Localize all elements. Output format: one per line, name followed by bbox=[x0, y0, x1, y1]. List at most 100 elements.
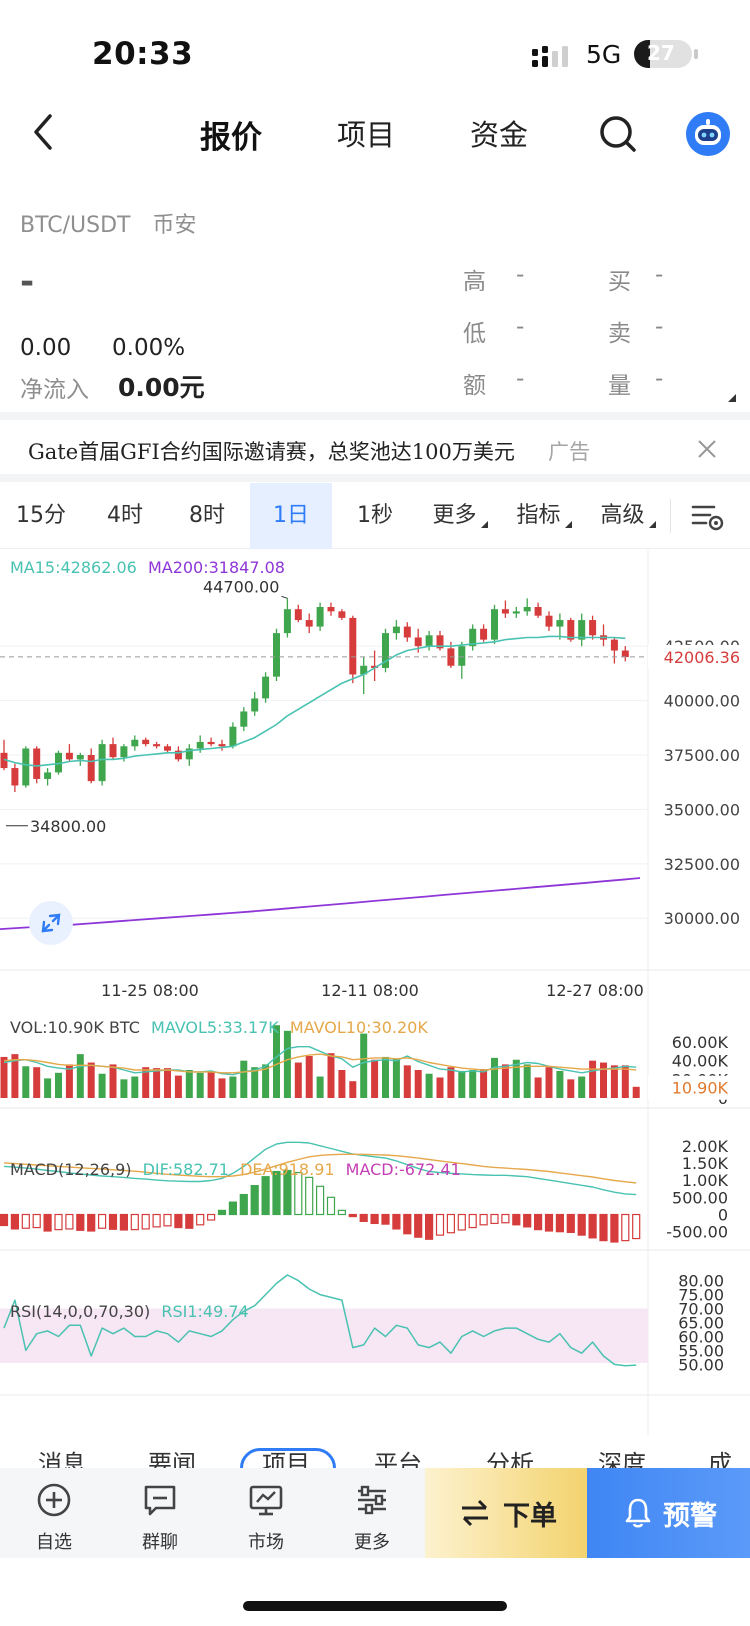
x-tick-label: 12-27 08:00 bbox=[546, 981, 644, 1000]
volume-bar bbox=[371, 1059, 379, 1098]
candle-body bbox=[196, 741, 204, 749]
macd-histogram-bar bbox=[523, 1213, 532, 1228]
close-icon[interactable] bbox=[696, 438, 718, 460]
divider bbox=[0, 474, 750, 482]
macd-histogram-bar bbox=[316, 1185, 325, 1216]
group-chat-label: 群聊 bbox=[142, 1532, 178, 1553]
timeframe-4h[interactable]: 4时 bbox=[84, 483, 166, 549]
ad-banner[interactable]: Gate首届GFI合约国际邀请赛，总奖池达100万美元 广告 bbox=[0, 428, 750, 472]
chart-settings-icon[interactable] bbox=[690, 501, 726, 533]
timeframe-15m[interactable]: 15分 bbox=[0, 483, 82, 549]
candle-body bbox=[251, 698, 259, 712]
volume-bar bbox=[338, 1070, 346, 1098]
macd-histogram-bar bbox=[392, 1213, 401, 1230]
macd-histogram-bar bbox=[566, 1213, 575, 1233]
timeframe-label: 1日 bbox=[273, 503, 309, 528]
dea-legend: DEA:918.91 bbox=[240, 1160, 335, 1179]
tab-platform[interactable]: 平台 bbox=[374, 1444, 422, 1468]
tab-funds[interactable]: 资金 bbox=[470, 112, 528, 154]
macd-histogram-bar bbox=[207, 1213, 216, 1221]
price-alert-button[interactable]: 预警 bbox=[587, 1468, 750, 1558]
info-tabs: 消息 要闻 项目 平台 分析 深度 成交 bbox=[0, 1440, 750, 1468]
indicators-menu[interactable]: 指标 bbox=[502, 483, 586, 549]
divider bbox=[0, 412, 750, 420]
tab-project-info[interactable]: 项目 bbox=[262, 1444, 310, 1468]
tab-project[interactable]: 项目 bbox=[337, 112, 395, 154]
candle-body bbox=[294, 609, 302, 621]
place-order-button[interactable]: 下单 bbox=[425, 1468, 587, 1558]
macd-histogram-bar bbox=[326, 1196, 336, 1216]
x-tick-label: 11-25 08:00 bbox=[101, 981, 199, 1000]
status-time: 20:33 bbox=[92, 36, 194, 72]
timeframe-more[interactable]: 更多 bbox=[418, 483, 502, 549]
volume-bar bbox=[403, 1065, 411, 1098]
volume-bar bbox=[55, 1072, 62, 1098]
expand-chart-button[interactable] bbox=[29, 901, 73, 945]
volume-bar bbox=[447, 1067, 455, 1098]
stat-bid-value: - bbox=[655, 262, 664, 288]
tab-trades[interactable]: 成交 bbox=[708, 1444, 750, 1468]
search-icon[interactable] bbox=[598, 114, 638, 154]
timeframe-label: 高级 bbox=[600, 503, 645, 528]
macd-histogram-bar bbox=[21, 1213, 30, 1229]
market-button[interactable]: 市场 bbox=[226, 1468, 306, 1558]
volume-bar bbox=[240, 1060, 248, 1098]
timeframe-8h[interactable]: 8时 bbox=[166, 483, 248, 549]
price-change: 0.00 bbox=[20, 335, 72, 361]
macd-histogram-bar bbox=[632, 1213, 641, 1240]
volume-bar bbox=[578, 1076, 586, 1098]
macd-histogram-bar bbox=[337, 1209, 346, 1216]
volume-bar bbox=[491, 1057, 498, 1098]
robot-avatar-icon[interactable] bbox=[686, 112, 730, 156]
macd-histogram-bar bbox=[250, 1185, 259, 1216]
pair-symbol: BTC/USDT bbox=[20, 213, 131, 238]
tab-depth[interactable]: 深度 bbox=[598, 1444, 646, 1468]
candle-body bbox=[610, 639, 618, 651]
macd-histogram-bar bbox=[544, 1213, 554, 1232]
y-tick-label: 37500.00 bbox=[664, 746, 740, 765]
tab-news[interactable]: 消息 bbox=[38, 1444, 86, 1468]
dropdown-corner-icon bbox=[564, 521, 572, 528]
stat-low-label: 低 bbox=[463, 321, 486, 347]
macd-y-tick-label: 1.00K bbox=[682, 1171, 729, 1190]
candle-body bbox=[589, 620, 597, 636]
chevron-left-icon[interactable] bbox=[26, 108, 66, 156]
tab-quote[interactable]: 报价 bbox=[200, 112, 262, 157]
chat-icon bbox=[144, 1485, 176, 1516]
candle-body bbox=[414, 637, 422, 647]
macd-histogram-bar bbox=[141, 1213, 150, 1230]
watchlist-button[interactable]: 自选 bbox=[14, 1468, 94, 1558]
candle-body bbox=[109, 744, 117, 758]
advanced-menu[interactable]: 高级 bbox=[586, 483, 670, 549]
macd-histogram-bar bbox=[196, 1213, 205, 1226]
price-change-percent: 0.00% bbox=[112, 335, 186, 361]
volume-bar bbox=[600, 1062, 607, 1098]
ad-text[interactable]: Gate首届GFI合约国际邀请赛，总奖池达100万美元 bbox=[28, 436, 515, 466]
ma15-line bbox=[3, 635, 626, 767]
candle-body bbox=[491, 609, 498, 640]
timeframe-1s[interactable]: 1秒 bbox=[334, 483, 416, 549]
macd-histogram-bar bbox=[599, 1213, 608, 1242]
price-alert-label: 预警 bbox=[663, 1501, 717, 1532]
candle-body bbox=[22, 748, 30, 786]
stat-ask-value: - bbox=[655, 314, 664, 340]
group-chat-button[interactable]: 群聊 bbox=[120, 1468, 200, 1558]
nav-bar: 报价 项目 资金 bbox=[0, 100, 750, 168]
more-button[interactable]: 更多 bbox=[332, 1468, 412, 1558]
candle-body bbox=[480, 628, 488, 640]
macd-histogram-bar bbox=[479, 1213, 488, 1226]
candle-body bbox=[76, 755, 84, 760]
tab-headlines[interactable]: 要闻 bbox=[148, 1444, 196, 1468]
pair-label: BTC/USDT 币安 bbox=[20, 207, 218, 239]
timeframe-1d[interactable]: 1日 bbox=[250, 483, 332, 549]
volume-bar bbox=[174, 1075, 182, 1098]
tab-analysis[interactable]: 分析 bbox=[486, 1444, 534, 1468]
expand-corner-icon[interactable] bbox=[728, 394, 736, 402]
dif-legend: DIF:582.71 bbox=[142, 1160, 229, 1179]
candle-body bbox=[120, 746, 128, 758]
vol-y-tick-label: 40.00K bbox=[672, 1052, 729, 1071]
timeframe-label: 4时 bbox=[107, 503, 143, 528]
timeframe-label: 更多 bbox=[432, 503, 477, 528]
macd-value-legend: MACD:-672.41 bbox=[345, 1160, 461, 1179]
macd-histogram-bar bbox=[87, 1213, 96, 1232]
